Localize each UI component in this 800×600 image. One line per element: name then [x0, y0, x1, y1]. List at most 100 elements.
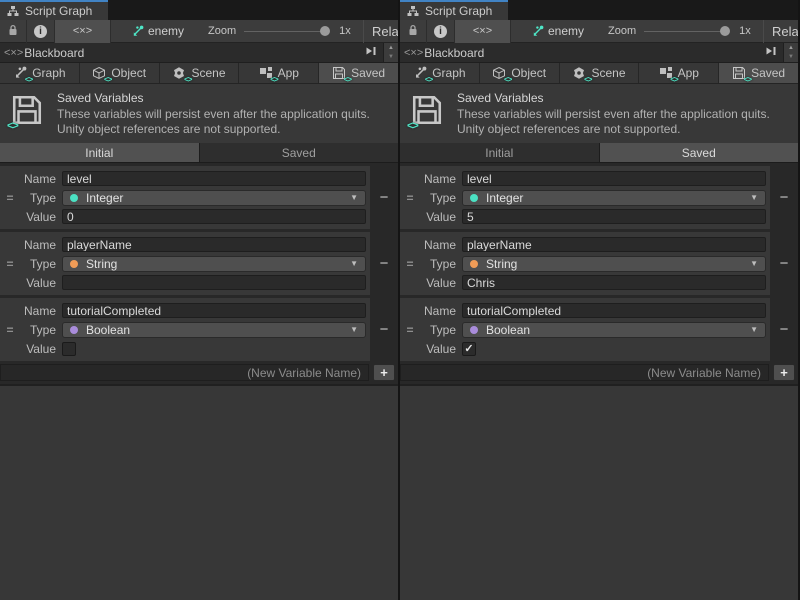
add-variable-button[interactable]: +	[373, 364, 395, 381]
variable-name-input[interactable]	[62, 237, 366, 252]
tab-saved[interactable]: <> Saved	[319, 63, 398, 83]
variable-name-input[interactable]	[462, 303, 766, 318]
type-name: Boolean	[486, 323, 742, 337]
variable-block: Name = Type Integer ▼ Value −	[0, 166, 398, 229]
add-variable-button[interactable]: +	[773, 364, 795, 381]
code-badge-icon: <>	[504, 75, 511, 84]
variable-value-input[interactable]	[62, 275, 366, 290]
drag-handle-icon[interactable]: =	[400, 323, 420, 337]
zoom-slider[interactable]	[244, 26, 330, 36]
drag-handle-icon[interactable]: =	[0, 257, 20, 271]
variable-block: Name = Type Boolean ▼ Value ✓ −	[400, 298, 798, 361]
variable-name-input[interactable]	[62, 171, 366, 186]
variable-type-dropdown[interactable]: Integer ▼	[462, 190, 766, 206]
dock-button[interactable]	[359, 43, 383, 62]
code-preview-button[interactable]: <×>	[55, 20, 111, 43]
variable-name-input[interactable]	[62, 303, 366, 318]
value-checkbox[interactable]	[62, 342, 76, 356]
tab-object[interactable]: <> Object	[80, 63, 160, 83]
chevron-down-icon: ▼	[750, 325, 758, 334]
relations-button[interactable]: Rela	[763, 20, 798, 43]
remove-variable-button[interactable]: −	[380, 322, 389, 337]
tab-app[interactable]: <> App	[239, 63, 319, 83]
variable-type-dropdown[interactable]: String ▼	[462, 256, 766, 272]
scroll-up-button[interactable]: ▲	[384, 43, 398, 53]
scene-icon: <>	[172, 66, 186, 80]
info-button[interactable]: i	[427, 20, 455, 43]
tab-app[interactable]: <> App	[639, 63, 719, 83]
remove-variable-button[interactable]: −	[780, 256, 789, 271]
drag-handle-icon[interactable]: =	[0, 191, 20, 205]
blackboard-panel: Script Graph i <×> enemy Zoom	[400, 0, 800, 600]
variable-value-input[interactable]	[62, 209, 366, 224]
tab-scene[interactable]: <> Scene	[160, 63, 240, 83]
zoom-slider[interactable]	[644, 26, 730, 36]
remove-variable-button[interactable]: −	[780, 190, 789, 205]
tab-saved-label: Saved	[351, 66, 385, 80]
variable-scope-tabs: <> Graph <> Object <> Scene	[0, 63, 398, 84]
tab-script-graph[interactable]: Script Graph	[400, 0, 508, 20]
lock-button[interactable]	[400, 20, 427, 43]
variable-value-input[interactable]	[462, 275, 766, 290]
lock-icon	[407, 23, 419, 40]
dock-button[interactable]	[759, 43, 783, 62]
new-variable-input[interactable]	[400, 364, 769, 381]
subtab-saved[interactable]: Saved	[600, 143, 799, 162]
variable-type-row: = Type Integer ▼	[0, 188, 370, 207]
info-icon: i	[34, 25, 47, 38]
blackboard-header-controls: ▲ ▼	[359, 43, 398, 62]
variable-type-dropdown[interactable]: Integer ▼	[62, 190, 366, 206]
type-name: Boolean	[86, 323, 342, 337]
subtab-initial[interactable]: Initial	[0, 143, 200, 162]
variable-type-dropdown[interactable]: Boolean ▼	[62, 322, 366, 338]
variable-type-row: = Type Integer ▼	[400, 188, 770, 207]
remove-variable-button[interactable]: −	[780, 322, 789, 337]
drag-handle-icon[interactable]: =	[400, 257, 420, 271]
tab-object[interactable]: <> Object	[480, 63, 560, 83]
type-label: Type	[20, 323, 56, 337]
variable-value-row: Value	[0, 339, 370, 358]
tab-graph[interactable]: <> Graph	[0, 63, 80, 83]
subtab-saved[interactable]: Saved	[200, 143, 399, 162]
subtab-initial[interactable]: Initial	[400, 143, 600, 162]
scroll-down-button[interactable]: ▼	[784, 53, 798, 63]
tab-scene[interactable]: <> Scene	[560, 63, 640, 83]
value-checkbox[interactable]: ✓	[462, 342, 476, 356]
chevron-down-icon: ▼	[350, 193, 358, 202]
graph-reference-button[interactable]: enemy	[531, 24, 584, 38]
drag-handle-icon[interactable]: =	[0, 323, 20, 337]
variable-block: Name = Type Boolean ▼ Value −	[0, 298, 398, 361]
tab-script-graph[interactable]: Script Graph	[0, 0, 108, 20]
new-variable-row: +	[0, 364, 398, 384]
variable-type-dropdown[interactable]: Boolean ▼	[462, 322, 766, 338]
remove-variable-button[interactable]: −	[380, 256, 389, 271]
variable-name-input[interactable]	[462, 171, 766, 186]
remove-variable-button[interactable]: −	[380, 190, 389, 205]
variable-type-dropdown[interactable]: String ▼	[62, 256, 366, 272]
grid-icon: <>	[259, 66, 273, 80]
relations-button[interactable]: Rela	[363, 20, 398, 43]
state-subtabs: Initial Saved	[400, 143, 798, 163]
variable-name-input[interactable]	[462, 237, 766, 252]
cube-icon: <>	[492, 66, 506, 80]
scroll-up-button[interactable]: ▲	[784, 43, 798, 53]
variable-side-strip: −	[370, 298, 398, 361]
new-variable-input[interactable]	[0, 364, 369, 381]
drag-handle-icon[interactable]: =	[400, 191, 420, 205]
lock-button[interactable]	[0, 20, 27, 43]
variable-type-row: = Type String ▼	[400, 254, 770, 273]
scroll-down-button[interactable]: ▼	[384, 53, 398, 63]
tab-graph[interactable]: <> Graph	[400, 63, 480, 83]
tab-saved[interactable]: <> Saved	[719, 63, 798, 83]
tab-object-label: Object	[511, 66, 546, 80]
scroll-arrows: ▲ ▼	[783, 43, 798, 62]
tab-scene-label: Scene	[591, 66, 625, 80]
variable-value-input[interactable]	[462, 209, 766, 224]
floppy-icon: <>	[732, 66, 746, 80]
info-button[interactable]: i	[27, 20, 55, 43]
variable-side-strip: −	[770, 232, 798, 295]
code-preview-button[interactable]: <×>	[455, 20, 511, 43]
zoom-slider-handle[interactable]	[720, 26, 730, 36]
graph-reference-button[interactable]: enemy	[131, 24, 184, 38]
zoom-slider-handle[interactable]	[320, 26, 330, 36]
